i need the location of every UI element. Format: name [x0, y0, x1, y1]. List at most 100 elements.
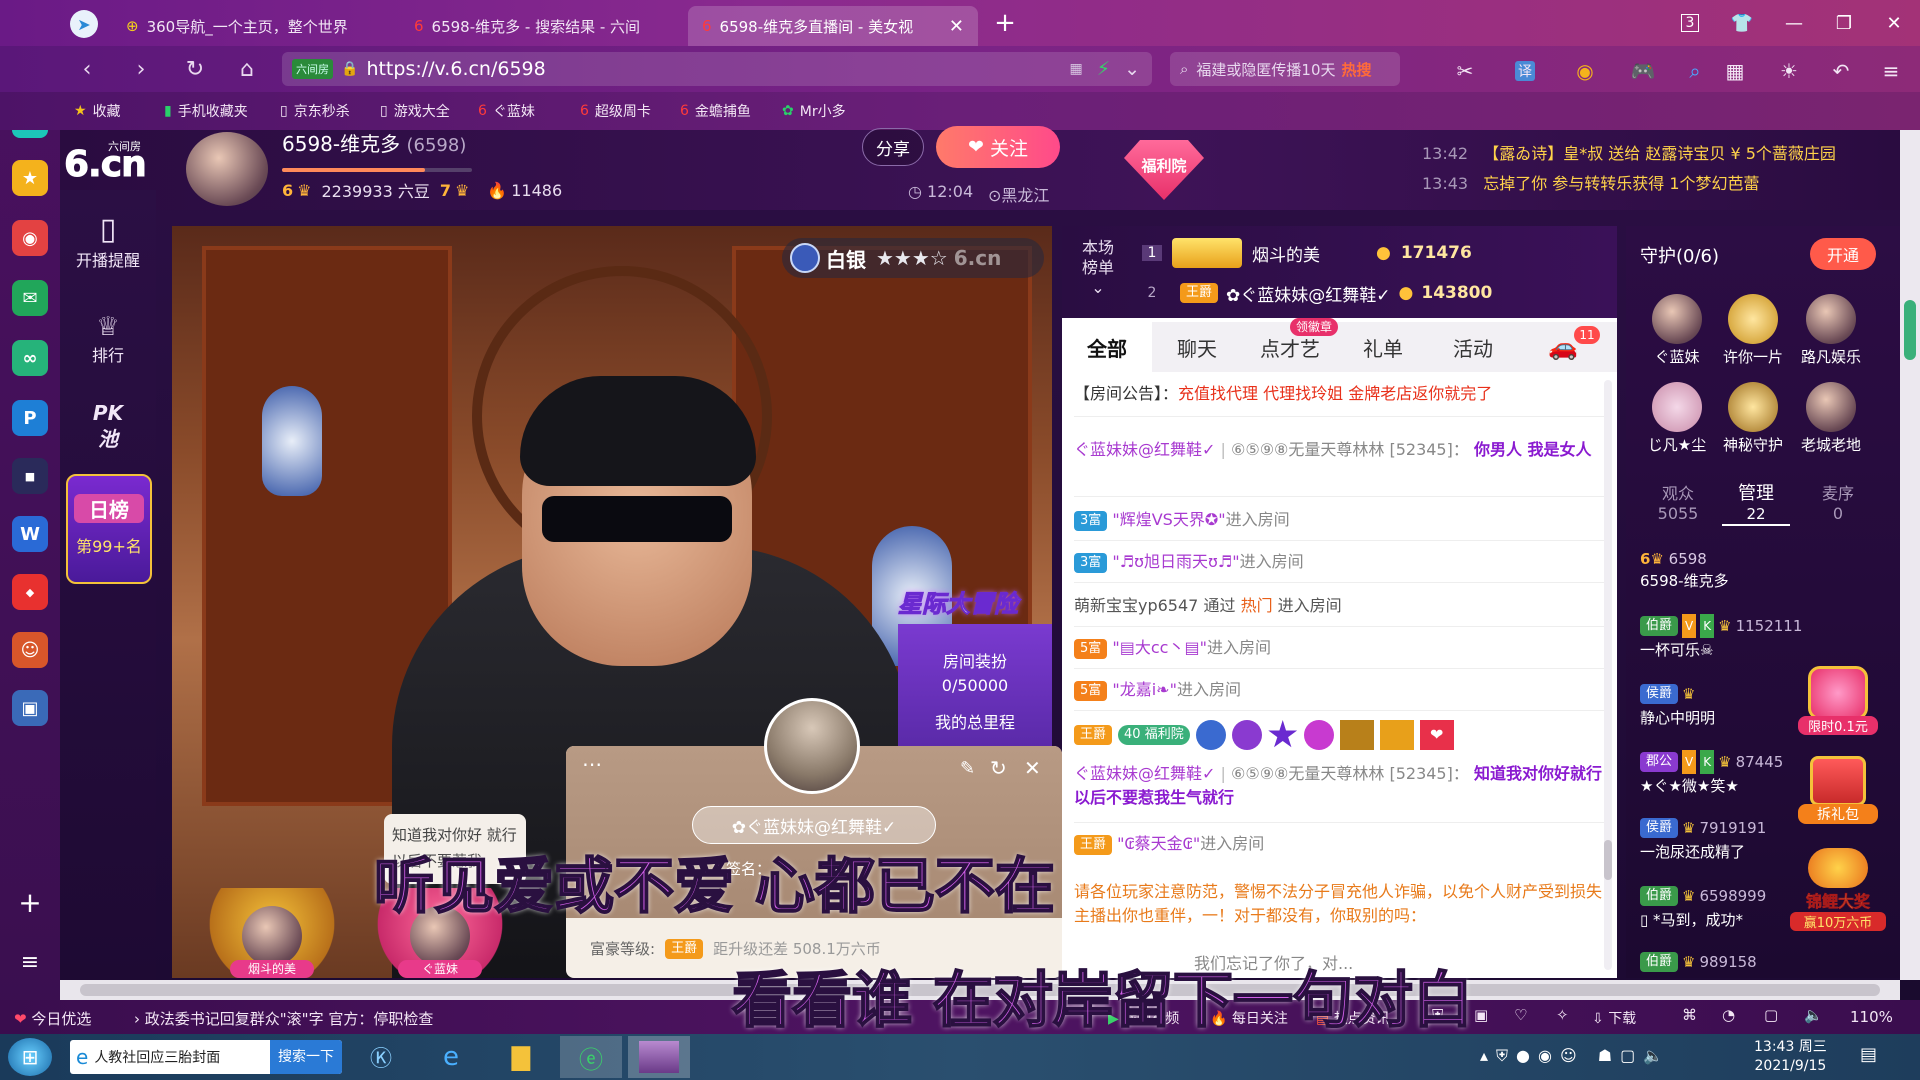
promo-koi[interactable]: 锦鲤大奖 赢10万六币 — [1790, 848, 1886, 931]
close-card-icon[interactable]: ✕ — [1024, 756, 1041, 780]
apps-icon[interactable]: ▦ — [1720, 56, 1750, 86]
sidebar-shop-icon[interactable]: ◆ — [12, 574, 48, 610]
daily-rank-card[interactable]: 日榜 第99+名 — [66, 474, 152, 584]
coin-icon[interactable]: ◉ — [1570, 56, 1600, 86]
url-bar[interactable]: 六间房 🔒 https://v.6.cn/6598 ▦ ⚡ ⌄ — [282, 52, 1152, 86]
telegram-icon[interactable]: ➤ — [70, 10, 98, 38]
chat-user[interactable]: "₢蔡天金₢" — [1117, 834, 1200, 853]
stat-viewers[interactable]: 观众 5055 — [1644, 484, 1712, 524]
tab-360[interactable]: ⊕ 360导航_一个主页，整个世界 — [112, 6, 392, 46]
sidebar-star-icon[interactable]: ★ — [12, 160, 48, 196]
taskbar-search-button[interactable]: 搜索一下 — [270, 1040, 342, 1074]
pk-pool-nav[interactable]: PK池 — [60, 400, 156, 452]
zoom-level[interactable]: 110% — [1850, 1008, 1893, 1026]
grid-icon[interactable]: ▦ — [1070, 61, 1083, 77]
more-icon[interactable]: ⋯ — [582, 752, 602, 776]
chat-scrollbar[interactable] — [1604, 380, 1612, 970]
refresh-card-icon[interactable]: ↻ — [990, 756, 1007, 780]
stat-queue[interactable]: 麦序 0 — [1804, 484, 1872, 524]
sidebar-weibo-icon[interactable]: ◉ — [12, 220, 48, 256]
chat-user[interactable]: 萌新宝宝yp6547 — [1074, 596, 1198, 615]
follow-button[interactable]: ❤ 关注 — [936, 126, 1060, 168]
tab-all[interactable]: 全部 — [1062, 322, 1152, 372]
taskbar-k-icon[interactable]: Ⓚ — [352, 1038, 410, 1076]
profile-card-avatar[interactable] — [764, 698, 860, 794]
vertical-scrollbar[interactable] — [1900, 130, 1920, 980]
sidebar-news-icon[interactable]: ■ — [12, 458, 48, 494]
chat-target[interactable]: ⑥⑤⑨⑧无量天尊林林 [52345]： — [1231, 764, 1469, 783]
taskbar-clock[interactable]: 13:43 周三 2021/9/15 — [1754, 1038, 1827, 1076]
restore-icon[interactable]: ❐ — [1826, 8, 1862, 38]
ranking-nav[interactable]: ♕ 排行 — [60, 312, 156, 366]
taskbar-video-icon[interactable] — [628, 1036, 690, 1078]
tab-count-icon[interactable]: 3 — [1672, 8, 1708, 38]
magnifier-icon[interactable]: ⌕ — [1680, 56, 1710, 86]
gamepad-icon[interactable]: 🎮 — [1628, 56, 1658, 86]
event-title[interactable]: 星际大冒险 — [898, 584, 1058, 619]
close-window-icon[interactable]: ✕ — [1876, 8, 1912, 38]
forward-icon[interactable]: › — [126, 54, 156, 84]
taskbar-browser-icon[interactable]: ⓔ — [560, 1036, 622, 1078]
chevron-down-icon[interactable]: ⌄ — [1124, 58, 1140, 80]
live-reminder-nav[interactable]: ▯ 开播提醒 — [60, 212, 156, 271]
chat-user[interactable]: "▤大cc丶▤" — [1112, 638, 1207, 657]
open-guard-button[interactable]: 开通 — [1810, 238, 1876, 270]
ranking-title[interactable]: 本场榜单 ⌄ — [1080, 238, 1116, 298]
lightning-icon[interactable]: ⚡ — [1097, 58, 1110, 80]
brightness-icon[interactable]: ☀ — [1774, 56, 1804, 86]
refresh-icon[interactable]: ↻ — [180, 54, 210, 84]
fan-card-1[interactable]: 烟斗的美 — [202, 888, 342, 978]
sidebar-game2-icon[interactable]: ▣ — [12, 690, 48, 726]
image-icon[interactable]: ▣ — [1474, 1006, 1488, 1024]
viewer-row[interactable]: 6♛ 6598 6598-维克多 — [1640, 548, 1890, 592]
download[interactable]: ⇩ 下载 — [1592, 1008, 1636, 1028]
sidebar-menu-icon[interactable]: ≡ — [14, 950, 46, 982]
chat-scroll-thumb[interactable] — [1604, 840, 1612, 880]
scissors-icon[interactable]: ✂ — [1450, 56, 1480, 86]
tab-chat[interactable]: 聊天 — [1152, 322, 1242, 372]
chat-target[interactable]: ⑥⑤⑨⑧无量天尊林林 [52345]： — [1231, 440, 1469, 459]
menu-icon[interactable]: ≡ — [1876, 56, 1906, 86]
tab-gift-list[interactable]: 礼单 — [1338, 322, 1428, 372]
search-bar[interactable]: ⌕ 福建或隐匿传播10天 热搜 — [1170, 52, 1400, 86]
sidebar-doc-icon[interactable]: W — [12, 516, 48, 552]
today-picks[interactable]: ❤ 今日优选 — [14, 1008, 91, 1029]
site-logo[interactable]: 六间房 6.cn — [62, 134, 158, 186]
news-ticker[interactable]: › 政法委书记回复群众"滚"字 官方：停职检查 — [134, 1008, 433, 1029]
guard-avatar[interactable] — [1728, 382, 1778, 432]
home-icon[interactable]: ⌂ — [232, 54, 262, 84]
promo-gift[interactable]: 限时0.1元 — [1798, 666, 1878, 742]
favorite-item[interactable]: ★ 收藏 — [74, 98, 121, 124]
v-scroll-thumb[interactable] — [1904, 300, 1916, 360]
hot-link[interactable]: 热门 — [1241, 596, 1273, 615]
edit-icon[interactable]: ✎ — [960, 758, 975, 779]
ranking-row-1[interactable]: 1 烟斗的美 ● 171476 — [1142, 236, 1572, 270]
guard-avatar[interactable] — [1728, 294, 1778, 344]
favorite-item[interactable]: 6 超级周卡 — [580, 98, 651, 124]
chat-user[interactable]: ぐ蓝妹妹@红舞鞋✓ — [1074, 440, 1215, 459]
network-icon[interactable]: ⌘ — [1682, 1006, 1697, 1024]
favorite-item[interactable]: ▯ 京东秒杀 — [280, 98, 350, 124]
tab-close-icon[interactable]: ✕ — [949, 16, 964, 37]
chat-user[interactable]: "♬ʊ旭日雨天ʊ♬" — [1112, 552, 1239, 571]
taskbar-ie-icon[interactable]: e — [422, 1038, 480, 1076]
broom-icon[interactable]: ✧ — [1556, 1006, 1569, 1024]
sidebar-game-icon[interactable]: ☺ — [12, 632, 48, 668]
new-tab-button[interactable]: + — [990, 8, 1020, 38]
favorite-item[interactable]: 6 金蟾捕鱼 — [680, 98, 751, 124]
sidebar-add-icon[interactable]: + — [14, 886, 46, 919]
window-icon[interactable]: ▢ — [1764, 1006, 1778, 1024]
stat-admins[interactable]: 管理 22 — [1722, 484, 1790, 526]
ranking-row-2[interactable]: 2 王爵 ✿ぐ蓝妹妹@红舞鞋✓ ● 143800 — [1142, 276, 1572, 310]
tab-activity[interactable]: 活动 — [1428, 322, 1518, 372]
favorite-item[interactable]: ▮ 手机收藏夹 — [164, 98, 248, 124]
minimize-icon[interactable]: — — [1776, 8, 1812, 38]
notification-icon[interactable]: ▤ — [1860, 1044, 1888, 1072]
heartbeat-icon[interactable]: ♡ — [1514, 1006, 1527, 1024]
shirt-icon[interactable]: 👕 — [1724, 8, 1760, 38]
favorite-item[interactable]: 6 ぐ蓝妹 — [478, 98, 535, 124]
guard-avatar[interactable] — [1652, 382, 1702, 432]
undo-icon[interactable]: ↶ — [1826, 56, 1856, 86]
taskbar-search[interactable]: e 人教社回应三胎封面 搜索一下 — [70, 1040, 342, 1074]
guard-avatar[interactable] — [1806, 294, 1856, 344]
